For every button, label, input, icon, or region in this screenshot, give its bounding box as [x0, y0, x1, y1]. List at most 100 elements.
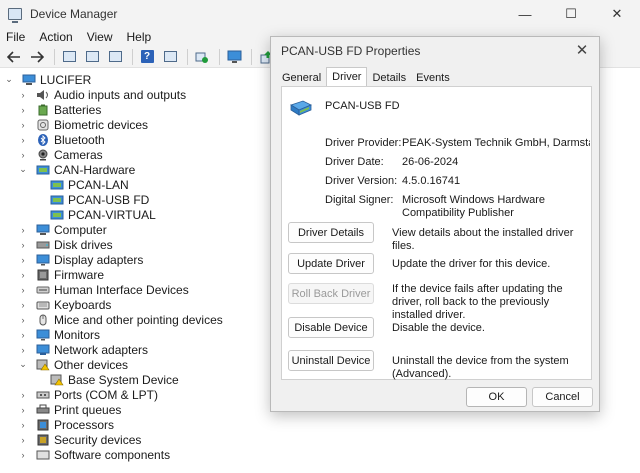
tree-item-bluetooth[interactable]: › Bluetooth	[18, 132, 105, 147]
chevron-right-icon[interactable]: ›	[18, 330, 28, 340]
chevron-right-icon[interactable]: ›	[18, 225, 28, 235]
chevron-right-icon[interactable]: ›	[18, 420, 28, 430]
tree-item-processors[interactable]: › Processors	[18, 417, 115, 432]
console-tree-icon	[62, 51, 76, 62]
chevron-right-icon[interactable]: ›	[18, 390, 28, 400]
forward-button[interactable]	[27, 48, 47, 66]
chevron-right-icon[interactable]: ›	[18, 435, 28, 445]
scan-hardware-button[interactable]	[192, 48, 212, 66]
window-title: Device Manager	[30, 7, 118, 21]
mouse-icon	[39, 314, 47, 325]
tree-item-label: Biometric devices	[54, 117, 149, 132]
tab-events[interactable]: Events	[411, 69, 455, 86]
camera-icon	[38, 149, 48, 160]
chevron-right-icon[interactable]: ›	[18, 135, 28, 145]
tree-item-software-components[interactable]: › Software components	[18, 447, 171, 462]
driver-tab-panel: PCAN-USB FD Driver Provider: PEAK-System…	[281, 86, 592, 380]
tree-item-cameras[interactable]: › Cameras	[18, 147, 103, 162]
device-tree[interactable]: ⌄ LUCIFER › Audio inputs and outputs › Bat…	[0, 69, 270, 473]
tree-item-biometric[interactable]: › Biometric devices	[18, 117, 149, 132]
tree-item-base-system-device[interactable]: Base System Device	[50, 372, 179, 387]
software-component-icon	[36, 450, 50, 459]
ok-button[interactable]: OK	[466, 387, 527, 407]
pcan-device-icon	[50, 195, 64, 204]
tree-item-monitors[interactable]: › Monitors	[18, 327, 101, 342]
update-driver-button[interactable]: Update Driver	[288, 253, 374, 274]
tree-item-print-queues[interactable]: › Print queues	[18, 402, 122, 417]
menu-help[interactable]: Help	[127, 30, 152, 44]
cancel-button[interactable]: Cancel	[532, 387, 593, 407]
tree-item-firmware[interactable]: › Firmware	[18, 267, 105, 282]
tree-item-batteries[interactable]: › Batteries	[18, 102, 102, 117]
properties-dialog: PCAN-USB FD Properties ✕ General Driver …	[270, 36, 600, 412]
speaker-icon	[37, 89, 48, 100]
tree-item-pcan-usb-fd[interactable]: PCAN-USB FD	[50, 192, 149, 207]
chevron-right-icon[interactable]: ›	[18, 300, 28, 310]
tree-item-keyboards[interactable]: › Keyboards	[18, 297, 112, 312]
monitor-icon	[227, 50, 241, 63]
chevron-right-icon[interactable]: ›	[18, 285, 28, 295]
dialog-close-button[interactable]: ✕	[573, 41, 591, 59]
dialog-title: PCAN-USB FD Properties	[281, 44, 421, 58]
scan-hardware-icon	[195, 52, 208, 63]
tree-item-other-devices[interactable]: ⌄ Other devices	[18, 357, 128, 372]
chevron-right-icon[interactable]: ›	[18, 255, 28, 265]
chevron-right-icon[interactable]: ›	[18, 450, 28, 460]
list-view-button[interactable]	[105, 48, 125, 66]
chevron-right-icon[interactable]: ›	[18, 150, 28, 160]
chevron-right-icon[interactable]: ›	[18, 345, 28, 355]
show-hide-tree-button[interactable]	[59, 48, 79, 66]
tab-driver[interactable]: Driver	[326, 67, 368, 86]
close-button[interactable]: ✕	[594, 0, 640, 28]
chevron-right-icon[interactable]: ›	[18, 90, 28, 100]
tab-details[interactable]: Details	[367, 69, 411, 86]
device-name: PCAN-USB FD	[325, 100, 400, 112]
bluetooth-icon	[38, 133, 48, 146]
tree-item-mice[interactable]: › Mice and other pointing devices	[18, 312, 223, 327]
tree-item-pcan-lan[interactable]: PCAN-LAN	[50, 177, 129, 192]
driver-details-button[interactable]: Driver Details	[288, 222, 374, 243]
chevron-down-icon[interactable]: ⌄	[18, 164, 28, 175]
tree-item-hid[interactable]: › Human Interface Devices	[18, 282, 189, 297]
tree-item-label: CAN-Hardware	[54, 162, 136, 177]
tree-item-label: Mice and other pointing devices	[54, 312, 223, 327]
uninstall-device-button[interactable]: Uninstall Device	[288, 350, 374, 371]
chevron-right-icon[interactable]: ›	[18, 405, 28, 415]
disable-device-button[interactable]: Disable Device	[288, 317, 374, 338]
help-button[interactable]: ?	[137, 48, 157, 66]
tree-item-can-hardware[interactable]: ⌄ CAN-Hardware	[18, 162, 135, 177]
properties-button[interactable]	[82, 48, 102, 66]
action-pane-button[interactable]	[160, 48, 180, 66]
chevron-right-icon[interactable]: ›	[18, 315, 28, 325]
menu-file[interactable]: File	[6, 30, 25, 44]
tree-item-ports[interactable]: › Ports (COM & LPT)	[18, 387, 159, 402]
menu-action[interactable]: Action	[39, 30, 72, 44]
back-button[interactable]	[4, 48, 24, 66]
chevron-down-icon[interactable]: ⌄	[18, 359, 28, 370]
monitor-button[interactable]	[224, 48, 244, 66]
driver-provider-value: PEAK-System Technik GmbH, Darmstadt, Ger…	[402, 137, 590, 149]
chevron-down-icon[interactable]: ⌄	[4, 74, 14, 85]
chevron-right-icon[interactable]: ›	[18, 105, 28, 115]
tree-item-audio[interactable]: › Audio inputs and outputs	[18, 87, 187, 102]
tree-item-pcan-virtual[interactable]: PCAN-VIRTUAL	[50, 207, 156, 222]
tree-item-disk-drives[interactable]: › Disk drives	[18, 237, 113, 252]
port-icon	[36, 391, 50, 398]
tree-item-label: Software components	[54, 447, 171, 462]
chevron-right-icon[interactable]: ›	[18, 120, 28, 130]
driver-version-value: 4.5.0.16741	[402, 175, 461, 187]
toolbar-separator	[219, 48, 220, 65]
minimize-button[interactable]: —	[502, 0, 548, 28]
tree-item-label: PCAN-LAN	[68, 177, 129, 192]
tab-general[interactable]: General	[277, 69, 326, 86]
tree-root[interactable]: ⌄ LUCIFER	[4, 72, 91, 87]
menu-view[interactable]: View	[87, 30, 113, 44]
roll-back-driver-description: If the device fails after updating the d…	[392, 283, 563, 321]
tree-item-network-adapters[interactable]: › Network adapters	[18, 342, 149, 357]
tree-item-display-adapters[interactable]: › Display adapters	[18, 252, 144, 267]
chevron-right-icon[interactable]: ›	[18, 240, 28, 250]
tree-item-computer[interactable]: › Computer	[18, 222, 107, 237]
maximize-button[interactable]: ☐	[548, 0, 594, 28]
chevron-right-icon[interactable]: ›	[18, 270, 28, 280]
tree-item-security-devices[interactable]: › Security devices	[18, 432, 142, 447]
